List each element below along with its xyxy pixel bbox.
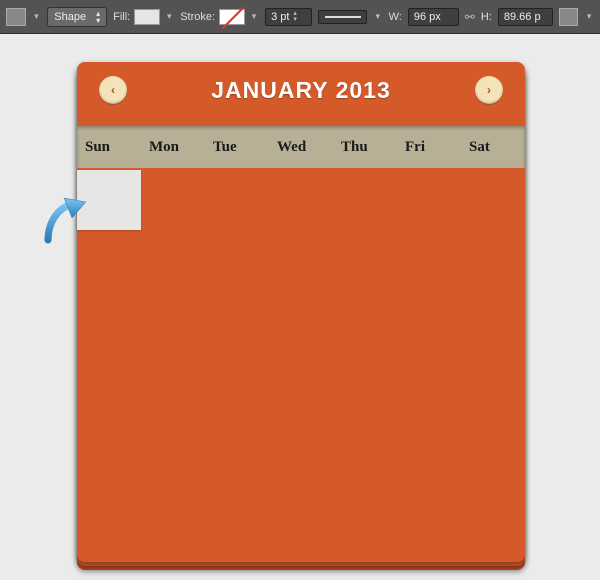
- dow-mon: Mon: [141, 126, 205, 168]
- stroke-width-value: 3 pt: [271, 11, 289, 23]
- width-value: 96 px: [414, 11, 441, 23]
- shape-mode-dropdown[interactable]: Shape ▴▾: [47, 7, 107, 27]
- prev-month-button[interactable]: ‹: [99, 76, 127, 104]
- height-input[interactable]: 89.66 p: [498, 8, 553, 26]
- fill-label: Fill:: [113, 11, 130, 23]
- dow-fri: Fri: [397, 126, 461, 168]
- dow-tue: Tue: [205, 126, 269, 168]
- shape-mode-label: Shape: [54, 11, 86, 23]
- stroke-style-dropdown[interactable]: [318, 10, 367, 24]
- stroke-dropdown-icon[interactable]: ▾: [249, 11, 259, 22]
- chevron-left-icon: ‹: [111, 83, 115, 97]
- stroke-label: Stroke:: [180, 11, 215, 23]
- fill-dropdown-icon[interactable]: ▾: [164, 11, 174, 22]
- path-align-dropdown-icon[interactable]: ▾: [584, 11, 594, 22]
- calendar-header: ‹ JANUARY 2013 ›: [77, 62, 525, 114]
- dow-sat: Sat: [461, 126, 525, 168]
- options-bar: ▾ Shape ▴▾ Fill: ▾ Stroke: ▾ 3 pt ▴▾ ▾ W…: [0, 0, 600, 34]
- calendar-title: JANUARY 2013: [211, 77, 390, 104]
- dow-wed: Wed: [269, 126, 333, 168]
- day-of-week-row: Sun Mon Tue Wed Thu Fri Sat: [77, 126, 525, 168]
- calendar-stack: ‹ JANUARY 2013 › Sun Mon Tue Wed Thu Fri…: [77, 62, 525, 562]
- height-value: 89.66 p: [504, 11, 541, 23]
- stroke-style-dropdown-icon[interactable]: ▾: [373, 11, 383, 22]
- fill-color-swatch[interactable]: [134, 9, 160, 25]
- chevron-right-icon: ›: [487, 83, 491, 97]
- tool-preset-swatch[interactable]: [6, 8, 26, 26]
- dropdown-spinner-icon: ▴▾: [96, 10, 100, 24]
- path-align-button[interactable]: [559, 8, 579, 26]
- stroke-color-swatch[interactable]: [219, 9, 245, 25]
- stroke-width-input[interactable]: 3 pt ▴▾: [265, 8, 312, 26]
- next-month-button[interactable]: ›: [475, 76, 503, 104]
- solid-line-icon: [325, 16, 361, 18]
- tool-preset-dropdown-icon[interactable]: ▾: [32, 11, 42, 22]
- height-label: H:: [481, 11, 492, 23]
- width-label: W:: [389, 11, 402, 23]
- dow-sun: Sun: [77, 126, 141, 168]
- link-wh-icon[interactable]: ⚯: [465, 10, 475, 24]
- document-canvas[interactable]: ‹ JANUARY 2013 › Sun Mon Tue Wed Thu Fri…: [0, 34, 600, 580]
- calendar-sheet-front: ‹ JANUARY 2013 › Sun Mon Tue Wed Thu Fri…: [77, 62, 525, 562]
- spinner-icon: ▴▾: [293, 11, 297, 23]
- calendar-cell-shape[interactable]: [77, 170, 141, 230]
- dow-thu: Thu: [333, 126, 397, 168]
- width-input[interactable]: 96 px: [408, 8, 459, 26]
